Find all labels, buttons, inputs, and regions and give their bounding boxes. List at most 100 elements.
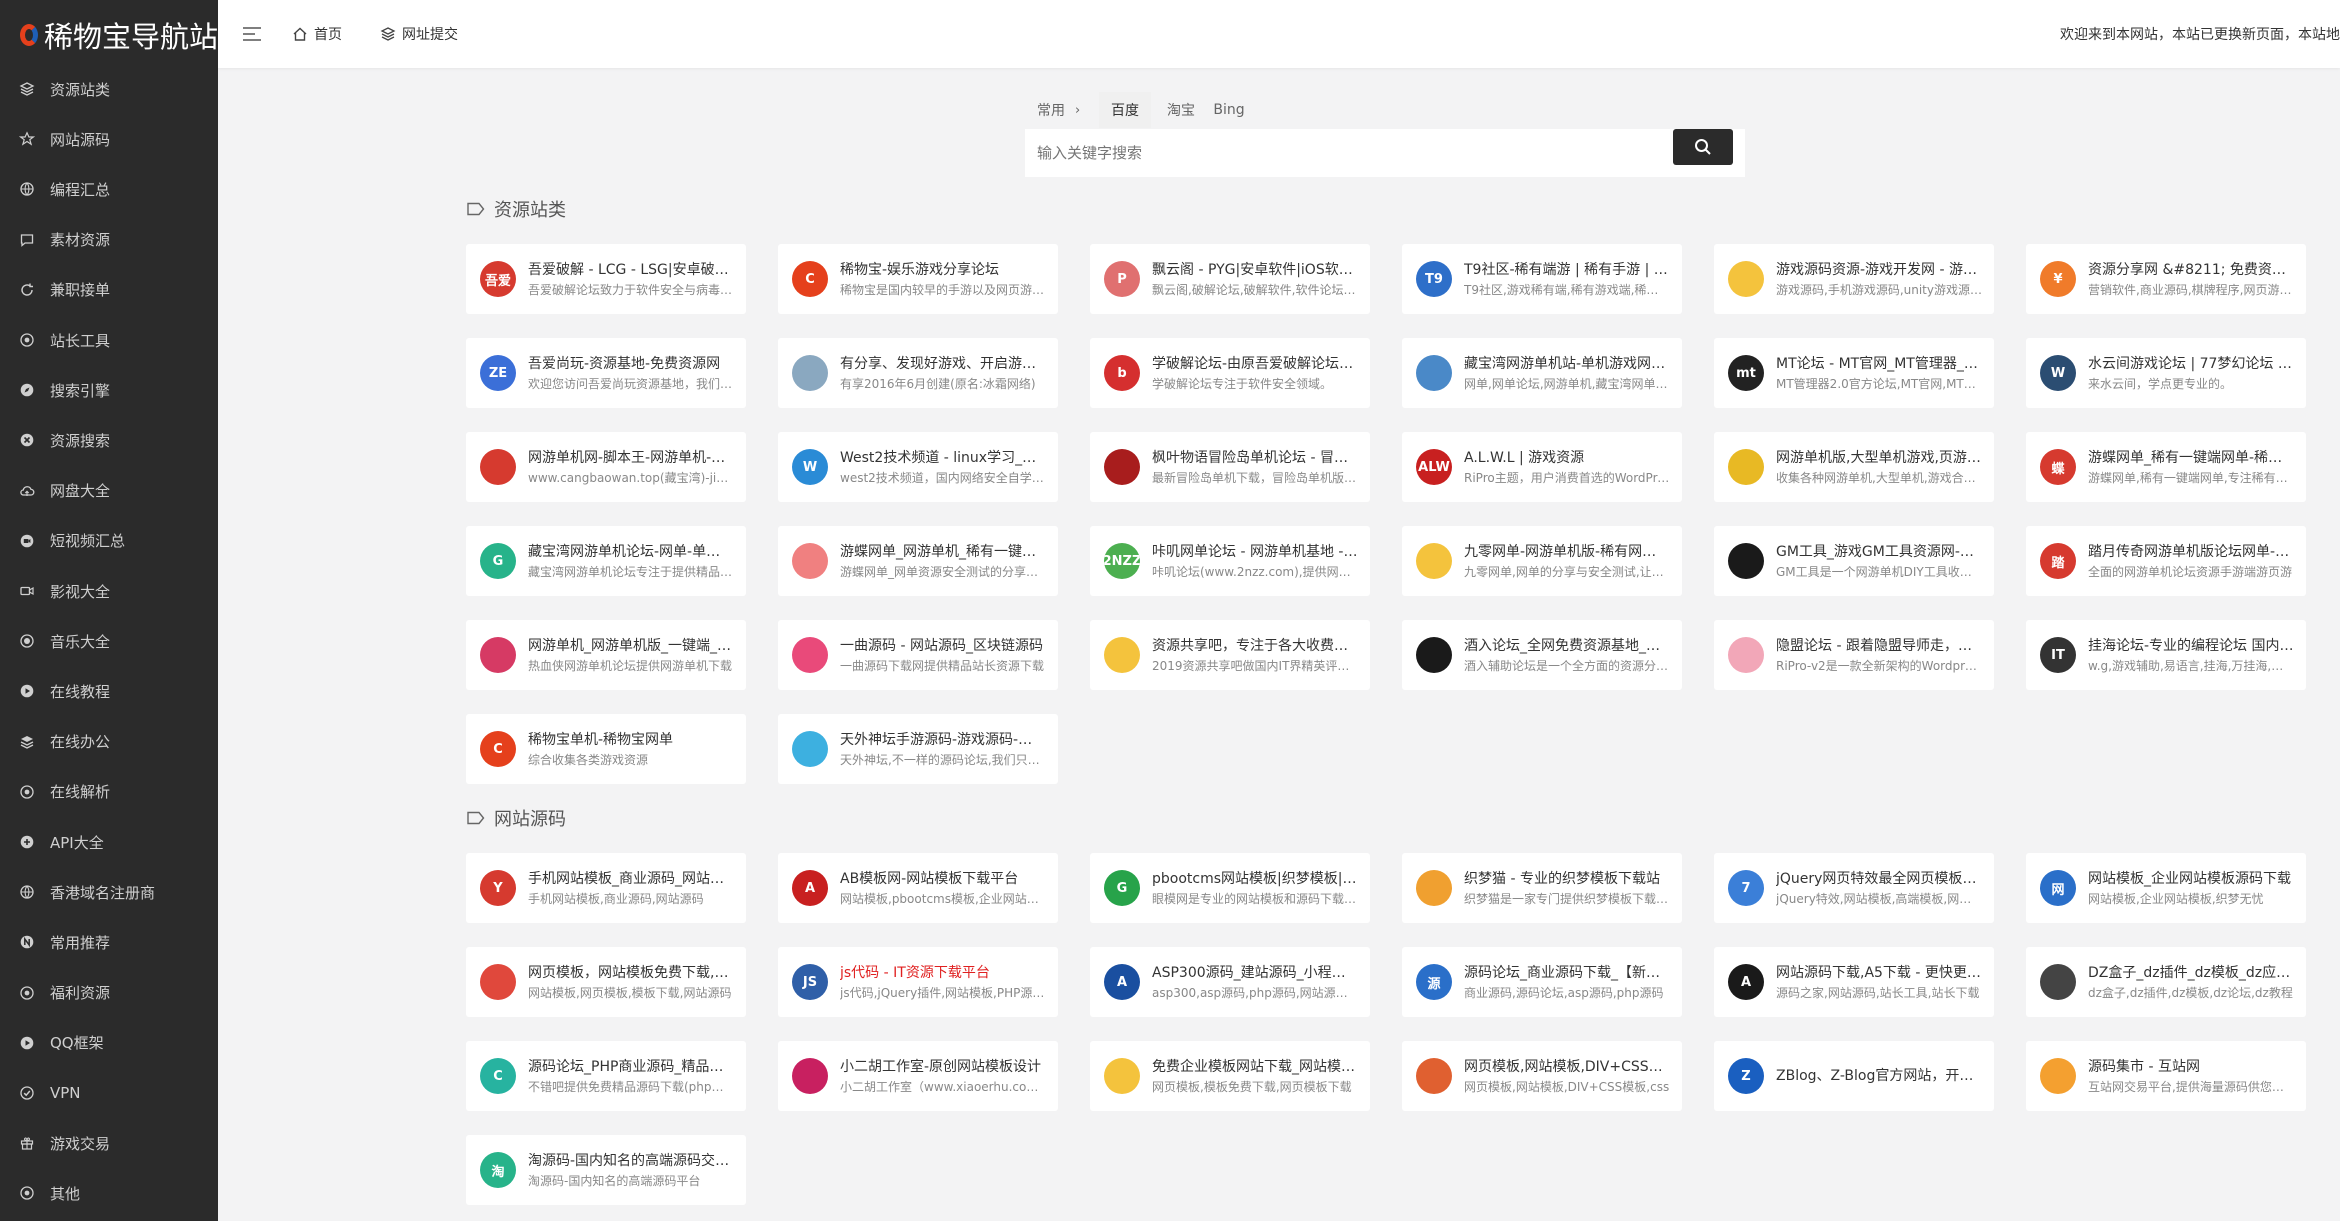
- site-card[interactable]: 游戏源码资源-游戏开发网 - 游戏源码下载游戏源码,手机游戏源码,unity游戏…: [1714, 244, 1994, 314]
- sidebar-item-22[interactable]: 游戏交易: [0, 1123, 218, 1163]
- site-card[interactable]: 网游单机版,大型单机游戏,页游单机版收集各种网游单机,大型单机,游戏合集下载: [1714, 432, 1994, 502]
- site-logo-text: mt: [1736, 365, 1756, 381]
- sidebar-item-21[interactable]: VPN: [0, 1073, 218, 1113]
- sidebar-item-14[interactable]: 在线办公: [0, 722, 218, 762]
- site-card[interactable]: 枫叶物语冒险岛单机论坛 - 冒险岛单机版最新冒险岛单机下载，冒险岛单机版下载: [1090, 432, 1370, 502]
- site-card[interactable]: 吾爱 吾爱破解 - LCG - LSG|安卓破解|病毒分析吾爱破解论坛致力于软件安…: [466, 244, 746, 314]
- site-card[interactable]: 隐盟论坛 - 跟着隐盟导师走，走遍天下 RiPro-v2是一款全新架构的Wordp…: [1714, 620, 1994, 690]
- site-title: js代码 - IT资源下载平台: [840, 964, 990, 981]
- sidebar-item-9[interactable]: 网盘大全: [0, 471, 218, 511]
- site-title: jQuery网页特效最全网页模板下载: [1776, 870, 1982, 887]
- site-card[interactable]: ¥ 资源分享网 &#8211; 免费资源分享平台营销软件,商业源码,棋牌程序,网页…: [2026, 244, 2306, 314]
- site-card[interactable]: 免费企业模板网站下载_网站模板下载网页模板,模板免费下载,网页模板下载: [1090, 1041, 1370, 1111]
- search-tab-bing[interactable]: Bing: [1209, 92, 1249, 128]
- site-card[interactable]: 游蝶网单_网游单机_稀有一键端_单机游蝶网单_网单资源安全测试的分享平台: [778, 526, 1058, 596]
- site-card[interactable]: 2NZZ 咔叽网单论坛 - 网游单机基地 - 网单 咔叽论坛(www.2nzz.co…: [1090, 526, 1370, 596]
- search-tab-taobao[interactable]: 淘宝: [1163, 92, 1199, 128]
- site-card[interactable]: Y 手机网站模板_商业源码_网站源码下载手机网站模板,商业源码,网站源码: [466, 853, 746, 923]
- site-title: 水云间游戏论坛 | 77梦幻论坛 | 网游单机: [2088, 355, 2294, 372]
- site-description: 游蝶网单_网单资源安全测试的分享平台: [840, 564, 1046, 579]
- site-title: 稀物宝单机-稀物宝网单: [528, 731, 674, 748]
- site-logo[interactable]: 稀物宝导航站: [0, 0, 218, 70]
- site-card[interactable]: 织梦猫 - 专业的织梦模板下载站 织梦猫是一家专门提供织梦模板下载的网站: [1402, 853, 1682, 923]
- site-card[interactable]: b 学破解论坛-由原吾爱破解论坛成员创建学破解论坛专注于软件安全领域。: [1090, 338, 1370, 408]
- site-card[interactable]: 九零网单-网游单机版-稀有网单-网单下载九零网单,网单的分享与安全测试,让您找到: [1402, 526, 1682, 596]
- search-group-common[interactable]: 常用 ›: [1037, 92, 1089, 128]
- search-panel: 常用 › 百度 淘宝 Bing: [1025, 92, 1745, 177]
- site-card[interactable]: 源 源码论坛_商业源码下载_【新源码】 商业源码,源码论坛,asp源码,php源码: [1402, 947, 1682, 1017]
- sidebar-item-10[interactable]: 短视频汇总: [0, 521, 218, 561]
- sidebar-item-8[interactable]: 资源搜索: [0, 420, 218, 460]
- sidebar-item-7[interactable]: 搜索引擎: [0, 370, 218, 410]
- site-card[interactable]: C 稀物宝单机-稀物宝网单 综合收集各类游戏资源: [466, 714, 746, 784]
- site-card[interactable]: 蝶 游蝶网单_稀有一键端网单-稀有游戏游蝶网单,稀有一键端网单,专注稀有网游单机: [2026, 432, 2306, 502]
- sidebar-item-3[interactable]: 编程汇总: [0, 169, 218, 209]
- sidebar-item-23[interactable]: 其他: [0, 1173, 218, 1213]
- site-card[interactable]: W West2技术频道 - linux学习_运维 west2技术频道，国内网络安全自…: [778, 432, 1058, 502]
- site-card[interactable]: mt MT论坛 - MT官网_MT管理器_MT论坛 MT管理器2.0官方论坛,MT官…: [1714, 338, 1994, 408]
- site-card[interactable]: DZ盒子_dz插件_dz模板_dz应用中心 dz盒子,dz插件,dz模板,dz论坛…: [2026, 947, 2306, 1017]
- sidebar-item-15[interactable]: 在线解析: [0, 772, 218, 812]
- sidebar-item-18[interactable]: 常用推荐: [0, 922, 218, 962]
- sidebar-item-19[interactable]: 福利资源: [0, 973, 218, 1013]
- site-card[interactable]: 网页模板,网站模板,DIV+CSS模板下载网页模板,网站模板,DIV+CSS模板…: [1402, 1041, 1682, 1111]
- site-card[interactable]: 藏宝湾网游单机站-单机游戏网单下载网单,网单论坛,网游单机,藏宝湾网单单机: [1402, 338, 1682, 408]
- search-button[interactable]: [1673, 129, 1733, 165]
- sidebar-item-20[interactable]: QQ框架: [0, 1023, 218, 1063]
- site-card[interactable]: 小二胡工作室-原创网站模板设计 小二胡工作室（www.xiaoerhu.com）: [778, 1041, 1058, 1111]
- site-logo-text: 源: [1427, 976, 1441, 992]
- site-card[interactable]: 有分享、发现好游戏、开启游戏新世界有享2016年6月创建(原名:冰霜网络): [778, 338, 1058, 408]
- site-logo-text: W: [802, 459, 818, 475]
- site-card[interactable]: A ASP300源码_建站源码_小程序源码 asp300,asp源码,php源码,网…: [1090, 947, 1370, 1017]
- site-card[interactable]: Z ZBlog、Z-Blog官方网站，开源博客: [1714, 1041, 1994, 1111]
- site-card[interactable]: T9 T9社区-稀有端游 | 稀有手游 | 稀有页游 T9社区,游戏稀有端,稀有游戏…: [1402, 244, 1682, 314]
- site-card[interactable]: A AB模板网-网站模板下载平台 网站模板,pbootcms模板,企业网站模板: [778, 853, 1058, 923]
- sidebar-item-5[interactable]: 兼职接单: [0, 270, 218, 310]
- sidebar-item-6[interactable]: 站长工具: [0, 320, 218, 360]
- site-description: 最新冒险岛单机下载，冒险岛单机版下载: [1152, 470, 1358, 485]
- site-card[interactable]: 网 网站模板_企业网站模板源码下载 网站模板,企业网站模板,织梦无忧: [2026, 853, 2306, 923]
- sidebar-item-12[interactable]: 音乐大全: [0, 621, 218, 661]
- site-card[interactable]: W 水云间游戏论坛 | 77梦幻论坛 | 网游单机来水云间，学点更专业的。: [2026, 338, 2306, 408]
- sidebar-item-11[interactable]: 影视大全: [0, 571, 218, 611]
- site-title: ZBlog、Z-Blog官方网站，开源博客: [1776, 1068, 1982, 1084]
- sidebar-item-17[interactable]: 香港域名注册商: [0, 872, 218, 912]
- site-card[interactable]: C 稀物宝-娱乐游戏分享论坛稀物宝是国内较早的手游以及网页游戏资源分享: [778, 244, 1058, 314]
- site-logo-text: P: [1117, 271, 1127, 287]
- site-title: GM工具_游戏GM工具资源网-GM工具下载: [1776, 543, 1982, 560]
- sidebar-item-4[interactable]: 素材资源: [0, 220, 218, 260]
- site-card[interactable]: 资源共享吧，专注于各大收费资源共享 2019资源共享吧做国内IT界精英评测网站: [1090, 620, 1370, 690]
- site-card[interactable]: GM工具_游戏GM工具资源网-GM工具下载 GM工具是一个网游单机DIY工具收录网…: [1714, 526, 1994, 596]
- site-card[interactable]: 7 jQuery网页特效最全网页模板下载 jQuery特效,网站模板,高端模板,网页…: [1714, 853, 1994, 923]
- site-card[interactable]: 踏 踏月传奇网游单机版论坛网单-单机游戏全面的网游单机论坛资源手游端游页游: [2026, 526, 2306, 596]
- site-card[interactable]: G 藏宝湾网游单机论坛-网单-单机游戏藏宝湾网游单机论坛专注于提供精品网游单机: [466, 526, 746, 596]
- site-card[interactable]: 网页模板，网站模板免费下载,网站源码网站模板,网页模板,模板下载,网站源码: [466, 947, 746, 1017]
- site-card[interactable]: P 飘云阁 - PYG|安卓软件|iOS软件|破解飘云阁,破解论坛,破解软件,软件…: [1090, 244, 1370, 314]
- site-card[interactable]: 淘 淘源码-国内知名的高端源码交易平台淘源码-国内知名的高端源码平台: [466, 1135, 746, 1205]
- sidebar-item-13[interactable]: 在线教程: [0, 671, 218, 711]
- site-card[interactable]: A 网站源码下载,A5下载 - 更快更安全 源码之家,网站源码,站长工具,站长下载: [1714, 947, 1994, 1017]
- search-input[interactable]: [1025, 129, 1745, 177]
- search-tab-baidu[interactable]: 百度: [1099, 92, 1151, 128]
- site-card[interactable]: JS js代码 - IT资源下载平台 js代码,jQuery插件,网站模板,PHP源…: [778, 947, 1058, 1017]
- site-logo-text: A: [1740, 974, 1752, 990]
- sidebar-item-16[interactable]: API大全: [0, 822, 218, 862]
- nav-submit-site[interactable]: 网址提交: [380, 0, 458, 68]
- site-card[interactable]: ZE 吾爱尚玩-资源基地-免费资源网欢迎您访问吾爱尚玩资源基地，我们致力于分享: [466, 338, 746, 408]
- site-card[interactable]: 源码集市 - 互站网 互站网交易平台,提供海量源码供您选择: [2026, 1041, 2306, 1111]
- menu-toggle-button[interactable]: [242, 0, 262, 68]
- site-card[interactable]: 天外神坛手游源码-游戏源码-网站源码天外神坛,不一样的源码论坛,我们只发精品: [778, 714, 1058, 784]
- site-card[interactable]: ALW A.L.W.L | 游戏资源 RiPro主题，用户消费首选的WordPres…: [1402, 432, 1682, 502]
- sidebar-item-2[interactable]: 网站源码: [0, 119, 218, 159]
- site-card[interactable]: 网游单机_网游单机版_一键端_网单 热血侠网游单机论坛提供网游单机下载: [466, 620, 746, 690]
- play-circle-icon: [18, 682, 36, 700]
- sidebar-item-1[interactable]: 资源站类: [0, 69, 218, 109]
- site-card[interactable]: IT 挂海论坛-专业的编程论坛 国内最大 w.g,游戏辅助,易语言,挂海,万挂海,挂…: [2026, 620, 2306, 690]
- site-card[interactable]: 酒入论坛_全网免费资源基地_免费资源酒入辅助论坛是一个全方面的资源分享平台: [1402, 620, 1682, 690]
- site-card[interactable]: C 源码论坛_PHP商业源码_精品源码 不错吧提供免费精品源码下载(php源码): [466, 1041, 746, 1111]
- site-description: RiPro-v2是一款全新架构的Wordpress主题: [1776, 658, 1982, 673]
- site-card[interactable]: Gpbootcms网站模板|织梦模板|网站源码眼模网是专业的网站模板和源码下载平…: [1090, 853, 1370, 923]
- site-card[interactable]: 一曲源码 - 网站源码_区块链源码 一曲源码下载网提供精品站长资源下载: [778, 620, 1058, 690]
- nav-home[interactable]: 首页: [292, 0, 342, 68]
- site-card[interactable]: 网游单机网-脚本王-网游单机-单机网游 www.cangbaowan.top(藏宝…: [466, 432, 746, 502]
